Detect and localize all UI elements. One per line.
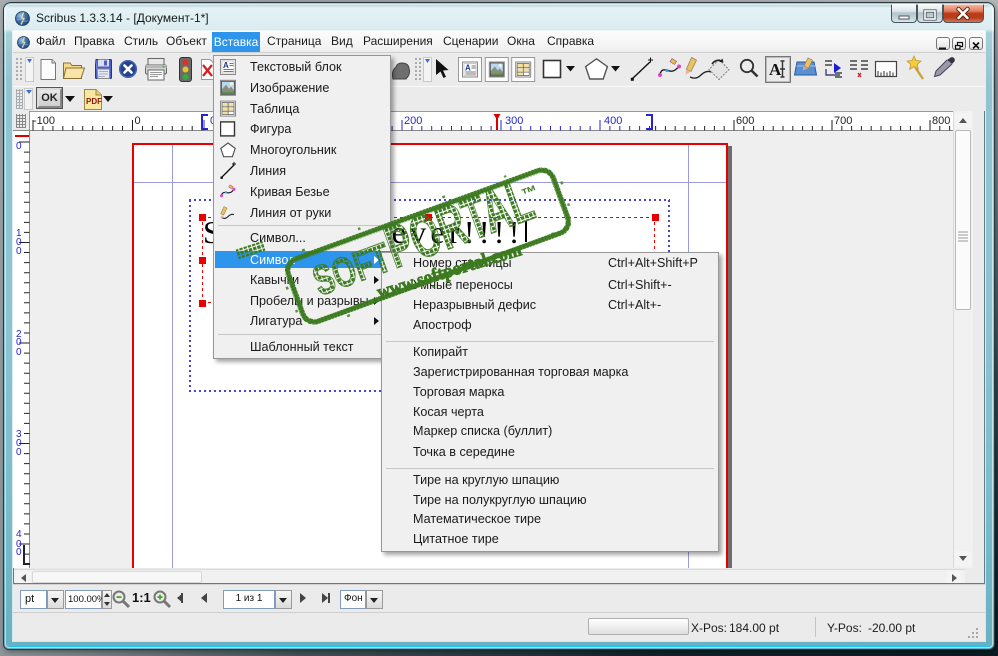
svg-text:600: 600 — [736, 115, 754, 127]
svg-text:0: 0 — [16, 447, 22, 458]
svg-text:0: 0 — [16, 547, 22, 558]
svg-text:300: 300 — [505, 115, 523, 127]
svg-text:0: 0 — [16, 246, 22, 257]
svg-text:0: 0 — [135, 115, 141, 127]
svg-text:0: 0 — [16, 141, 22, 152]
svg-text:800: 800 — [932, 115, 950, 127]
svg-text:200: 200 — [404, 115, 422, 127]
svg-text:400: 400 — [604, 115, 622, 127]
svg-text:PDF: PDF — [86, 97, 102, 106]
svg-text:-100: -100 — [33, 115, 55, 127]
svg-text:700: 700 — [834, 115, 852, 127]
svg-text:0: 0 — [16, 347, 22, 358]
